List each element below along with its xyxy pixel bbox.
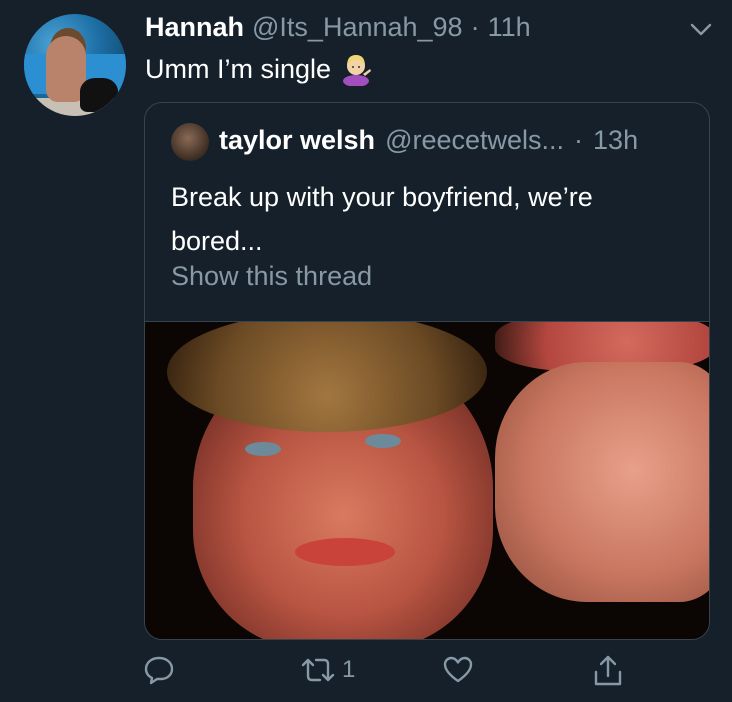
tweet-text-row: Umm I’m single xyxy=(145,52,373,87)
heart-icon xyxy=(443,656,473,683)
retweet-button[interactable]: 1 xyxy=(300,654,355,686)
quoted-tweet-card[interactable]: taylor welsh @reecetwels... · 13h Break … xyxy=(144,102,710,640)
quoted-author-avatar[interactable] xyxy=(171,123,209,161)
share-button[interactable] xyxy=(592,654,624,688)
quoted-time-separator: · xyxy=(574,125,584,155)
reply-icon xyxy=(144,656,174,685)
tweet-text: Umm I’m single xyxy=(145,53,332,84)
information-desk-person-emoji xyxy=(339,52,373,87)
author-name[interactable]: Hannah xyxy=(145,12,244,43)
tweet-actions-bar: 1 xyxy=(0,648,732,698)
quoted-tweet-photo[interactable] xyxy=(145,321,709,639)
time-separator: · xyxy=(470,12,480,42)
tweet-header: Hannah @Its_Hannah_98 · 11h xyxy=(145,12,531,46)
like-button[interactable] xyxy=(442,654,474,686)
quoted-tweet-header: taylor welsh @reecetwels... · 13h xyxy=(219,125,638,156)
quoted-author-name[interactable]: taylor welsh xyxy=(219,125,375,156)
chevron-down-icon[interactable] xyxy=(686,18,716,42)
quoted-tweet-time[interactable]: 13h xyxy=(593,125,638,156)
quoted-author-handle[interactable]: @reecetwels... xyxy=(385,125,564,156)
retweet-count: 1 xyxy=(342,656,356,683)
quoted-tweet-text: Break up with your boyfriend, we’re bore… xyxy=(171,182,593,256)
share-icon xyxy=(594,655,622,686)
retweet-icon xyxy=(301,658,335,682)
author-avatar[interactable] xyxy=(24,14,126,116)
show-thread-link[interactable]: Show this thread xyxy=(171,261,372,292)
tweet-time[interactable]: 11h xyxy=(488,12,531,43)
reply-button[interactable] xyxy=(143,654,175,686)
author-handle[interactable]: @Its_Hannah_98 xyxy=(252,12,463,43)
